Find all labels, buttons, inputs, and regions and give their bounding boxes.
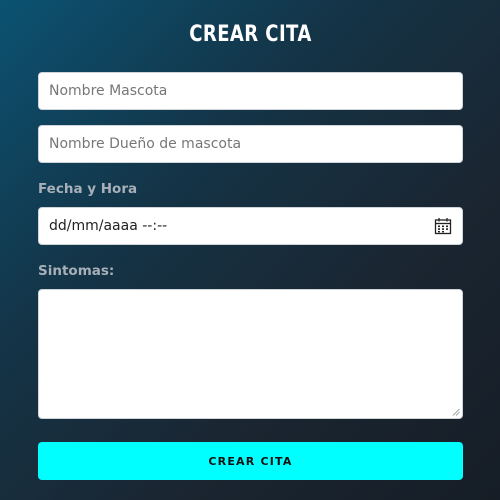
resize-handle-icon[interactable]: [452, 408, 460, 416]
owner-name-input[interactable]: Nombre Dueño de mascota: [38, 125, 463, 163]
create-appointment-button-label: CREAR CITA: [208, 454, 293, 468]
page-title: CREAR CITA: [189, 22, 312, 47]
pet-name-placeholder: Nombre Mascota: [49, 83, 168, 99]
datetime-input[interactable]: dd/mm/aaaa --:--: [38, 207, 463, 245]
pet-name-input[interactable]: Nombre Mascota: [38, 72, 463, 110]
datetime-value: dd/mm/aaaa --:--: [49, 218, 168, 234]
symptoms-textarea[interactable]: [38, 289, 463, 419]
owner-name-placeholder: Nombre Dueño de mascota: [49, 136, 242, 152]
symptoms-label: Sintomas:: [38, 263, 115, 279]
create-appointment-button[interactable]: CREAR CITA: [38, 442, 463, 480]
calendar-icon[interactable]: [434, 217, 452, 235]
datetime-label: Fecha y Hora: [38, 181, 138, 197]
